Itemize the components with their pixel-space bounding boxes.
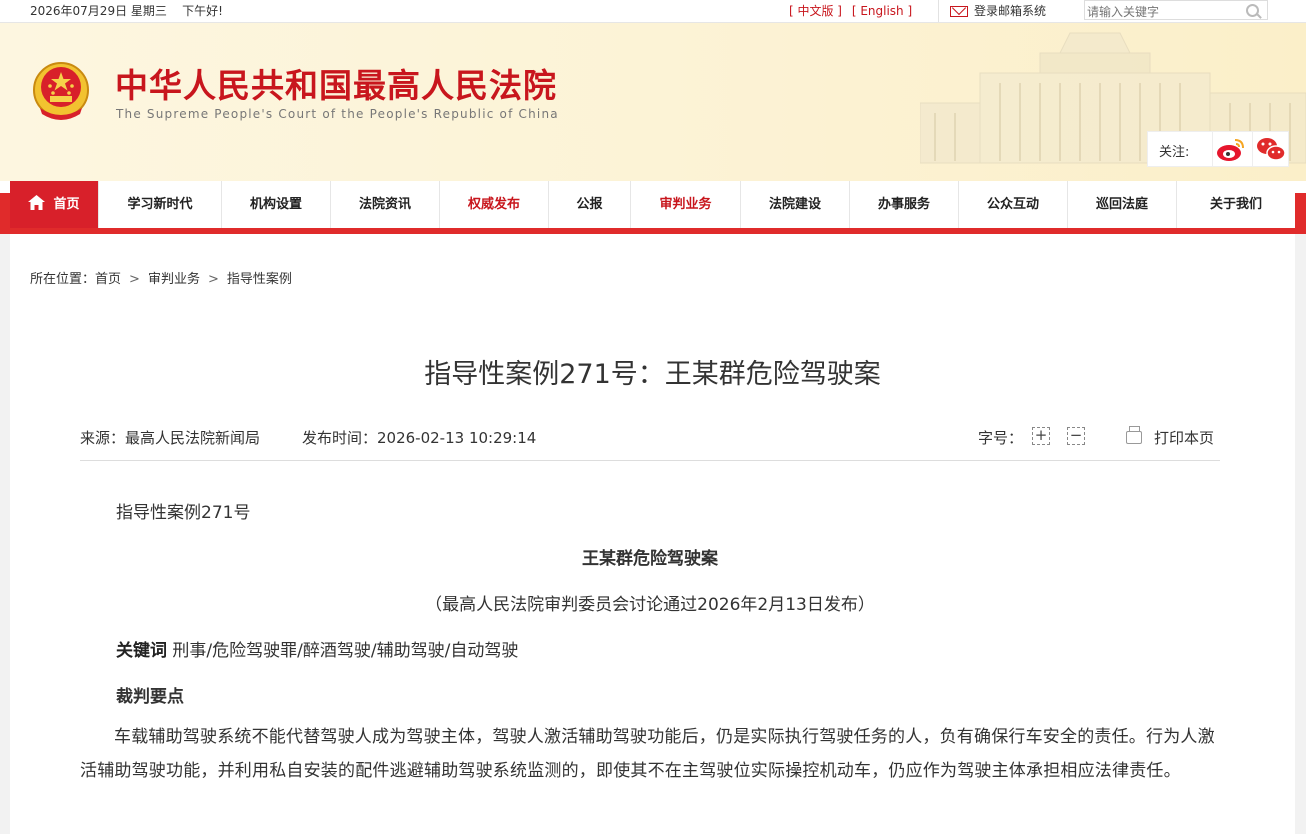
nav-item-label: 办事服务: [877, 197, 930, 212]
print-button[interactable]: 打印本页: [1126, 426, 1215, 448]
nav-item-label: 公众互动: [986, 197, 1039, 212]
font-increase-button[interactable]: +: [1032, 427, 1050, 445]
case-title: 王某群危险驾驶案: [582, 549, 718, 569]
mail-icon: [950, 6, 968, 17]
keywords-line: 关键词 刑事/危险驾驶罪/醉酒驾驶/辅助驾驶/自动驾驶: [116, 636, 518, 661]
keywords-label: 关键词: [116, 641, 167, 661]
breadcrumb-prefix: 所在位置：: [30, 272, 96, 287]
nav-item-label: 审判业务: [659, 197, 712, 212]
print-label: 打印本页: [1154, 429, 1215, 447]
search-input[interactable]: [1085, 3, 1237, 21]
national-emblem-icon: [33, 62, 89, 120]
breadcrumb-trial[interactable]: 审判业务: [148, 272, 200, 287]
nav-item-news[interactable]: 法院资讯: [331, 181, 440, 228]
nav-item-label: 法院资讯: [358, 197, 411, 212]
nav-item-court-building[interactable]: 法院建设: [741, 181, 850, 228]
nav-item-interaction[interactable]: 公众互动: [959, 181, 1068, 228]
weibo-link[interactable]: [1212, 132, 1249, 166]
search-icon[interactable]: [1246, 4, 1259, 17]
chevron-right-icon: >: [207, 272, 219, 287]
mail-login-link[interactable]: 登录邮箱系统: [950, 0, 1046, 22]
nav-item-label: 巡回法庭: [1095, 197, 1148, 212]
meta-divider: [80, 460, 1220, 461]
content-panel: 所在位置：首页 > 审判业务 > 指导性案例 指导性案例271号：王某群危险驾驶案 来源…: [10, 234, 1295, 834]
holding-heading: 裁判要点: [116, 687, 184, 707]
nav-item-releases[interactable]: 权威发布: [440, 181, 549, 228]
printer-icon: [1126, 426, 1142, 444]
font-decrease-button[interactable]: −: [1067, 427, 1085, 445]
wechat-link[interactable]: [1252, 132, 1289, 166]
nav-item-label: 首页: [53, 197, 80, 212]
nav-item-circuit[interactable]: 巡回法庭: [1068, 181, 1177, 228]
nav-item-label: 机构设置: [249, 197, 302, 212]
nav-item-label: 学习新时代: [127, 197, 193, 212]
search-box: [1084, 0, 1268, 21]
home-icon: [28, 195, 46, 210]
nav-item-home[interactable]: 首页: [10, 181, 99, 228]
language-switch: [ 中文版 ] [ English ]: [789, 0, 918, 22]
nav-item-about[interactable]: 关于我们: [1177, 181, 1295, 228]
breadcrumb: 所在位置：首页 > 审判业务 > 指导性案例: [30, 268, 292, 287]
breadcrumb-home[interactable]: 首页: [95, 272, 121, 287]
article-publish-time: 发布时间：2026-02-13 10:29:14: [302, 429, 537, 447]
follow-bar: 关注:: [1147, 131, 1289, 167]
keywords-value: 刑事/危险驾驶罪/醉酒驾驶/辅助驾驶/自动驾驶: [172, 641, 519, 661]
nav-item-label: 关于我们: [1209, 197, 1262, 212]
nav-item-gazette[interactable]: 公报: [549, 181, 631, 228]
article-source: 来源：最高人民法院新闻局: [80, 429, 261, 447]
breadcrumb-cases[interactable]: 指导性案例: [227, 272, 292, 287]
nav-item-services[interactable]: 办事服务: [850, 181, 959, 228]
divider: [938, 0, 939, 22]
holding-paragraph: 车载辅助驾驶系统不能代替驾驶人成为驾驶主体，驾驶人激活辅助驾驶功能后，仍是实际执…: [80, 727, 1215, 781]
weibo-icon: [1217, 139, 1244, 161]
chevron-right-icon: >: [129, 272, 140, 287]
main-nav: 首页 学习新时代 机构设置 法院资讯 权威发布 公报 审判业务 法院建设 办事服…: [0, 181, 1306, 234]
nav-item-label: 公报: [576, 197, 603, 212]
nav-item-trial[interactable]: 审判业务: [631, 181, 741, 228]
article-title: 指导性案例271号：王某群危险驾驶案: [424, 359, 881, 390]
case-number: 指导性案例271号: [116, 503, 251, 523]
case-issued: （最高人民法院审判委员会讨论通过2026年2月13日发布）: [425, 595, 875, 615]
article-meta: 来源：最高人民法院新闻局 发布时间：2026-02-13 10:29:14 字号…: [80, 426, 1220, 461]
site-title: 中华人民共和国最高人民法院: [115, 66, 557, 105]
mail-login-label: 登录邮箱系统: [974, 4, 1047, 18]
wechat-icon: [1257, 138, 1286, 161]
site-header: 中华人民共和国最高人民法院 The Supreme People's Court…: [0, 23, 1306, 181]
nav-item-organization[interactable]: 机构设置: [222, 181, 331, 228]
date-label: 2026年07月29日 星期三: [30, 4, 167, 18]
nav-item-study[interactable]: 学习新时代: [99, 181, 222, 228]
lang-english-link[interactable]: [ English ]: [852, 4, 912, 18]
lang-chinese-link[interactable]: [ 中文版 ]: [789, 4, 842, 18]
font-size-label: 字号：: [978, 429, 1024, 447]
nav-item-label: 法院建设: [768, 197, 821, 212]
nav-item-label: 权威发布: [467, 197, 520, 212]
follow-label: 关注:: [1159, 145, 1190, 160]
greeting-label: 下午好!: [182, 4, 223, 18]
top-utility-bar: 2026年07月29日 星期三 下午好! [ 中文版 ] [ English ]…: [0, 0, 1306, 23]
site-subtitle: The Supreme People's Court of the People…: [116, 107, 559, 121]
date-text: 2026年07月29日 星期三 下午好!: [30, 0, 223, 22]
